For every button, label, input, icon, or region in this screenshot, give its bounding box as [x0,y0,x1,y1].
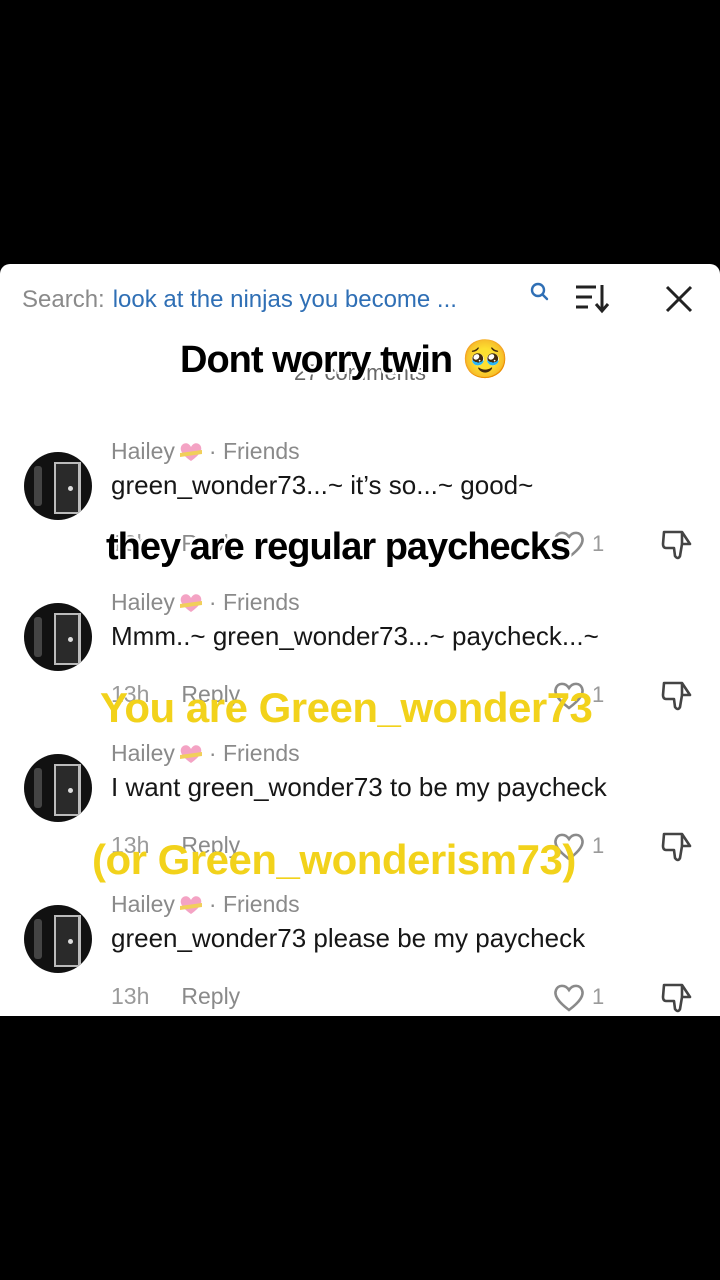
caption-dont-worry: Dont worry twin 🥹 [180,338,509,382]
comment-footer: 13h Reply [111,979,240,1013]
reply-button[interactable]: Reply [181,983,240,1010]
avatar[interactable] [24,905,92,973]
heart-ribbon-icon [179,443,202,461]
thumbs-down-icon[interactable] [660,828,696,864]
caption-green-wonder: You are Green_wonder73 [100,684,593,731]
avatar[interactable] [24,754,92,822]
like-count: 1 [592,531,605,556]
comment-meta: Hailey · Friends [111,434,300,468]
like-button[interactable]: 1 [552,981,604,1013]
comment-author[interactable]: Hailey [111,438,175,465]
comment-relation: · Friends [208,890,300,917]
comment-relation: · Friends [208,437,300,464]
comment-meta: Hailey · Friends [111,736,300,770]
comment-time: 13h [111,982,150,1009]
search-prefix: Search: [22,286,105,313]
comment-text: I want green_wonder73 to be my paycheck [111,772,607,802]
caption-paychecks: they are regular paychecks [106,526,571,568]
thumbs-down-icon[interactable] [660,526,696,562]
sort-icon[interactable] [574,282,610,314]
comment-meta: Hailey · Friends [111,887,300,921]
thumbs-down-icon[interactable] [660,979,696,1015]
comment-item: Hailey · Friends green_wonder73 please b… [0,887,720,1016]
like-count: 1 [592,682,605,707]
comment-author[interactable]: Hailey [111,740,175,767]
like-count: 1 [592,833,605,858]
caption-green-wonderism: (or Green_wonderism73) [92,836,576,883]
heart-ribbon-icon [179,896,202,914]
comment-author[interactable]: Hailey [111,891,175,918]
pleading-face-emoji: 🥹 [461,339,509,381]
like-count: 1 [592,984,605,1009]
comment-meta: Hailey · Friends [111,585,300,619]
heart-outline-icon [554,984,584,1012]
search-bar[interactable]: Search: look at the ninjas you become ..… [22,280,457,320]
avatar[interactable] [24,452,92,520]
search-query[interactable]: look at the ninjas you become ... [113,286,457,314]
comment-author[interactable]: Hailey [111,589,175,616]
caption-text-1: Dont worry twin [180,339,453,381]
avatar[interactable] [24,603,92,671]
search-icon[interactable] [528,280,552,304]
heart-ribbon-icon [179,745,202,763]
comments-sheet: Search: look at the ninjas you become ..… [0,264,720,1016]
comment-text: Mmm..~ green_wonder73...~ paycheck...~ [111,621,599,651]
comment-text: green_wonder73 please be my paycheck [111,923,586,953]
comment-relation: · Friends [208,588,300,615]
close-icon[interactable] [662,282,696,316]
heart-ribbon-icon [179,594,202,612]
thumbs-down-icon[interactable] [660,677,696,713]
comment-text: green_wonder73...~ it’s so...~ good~ [111,470,534,500]
comment-relation: · Friends [208,739,300,766]
